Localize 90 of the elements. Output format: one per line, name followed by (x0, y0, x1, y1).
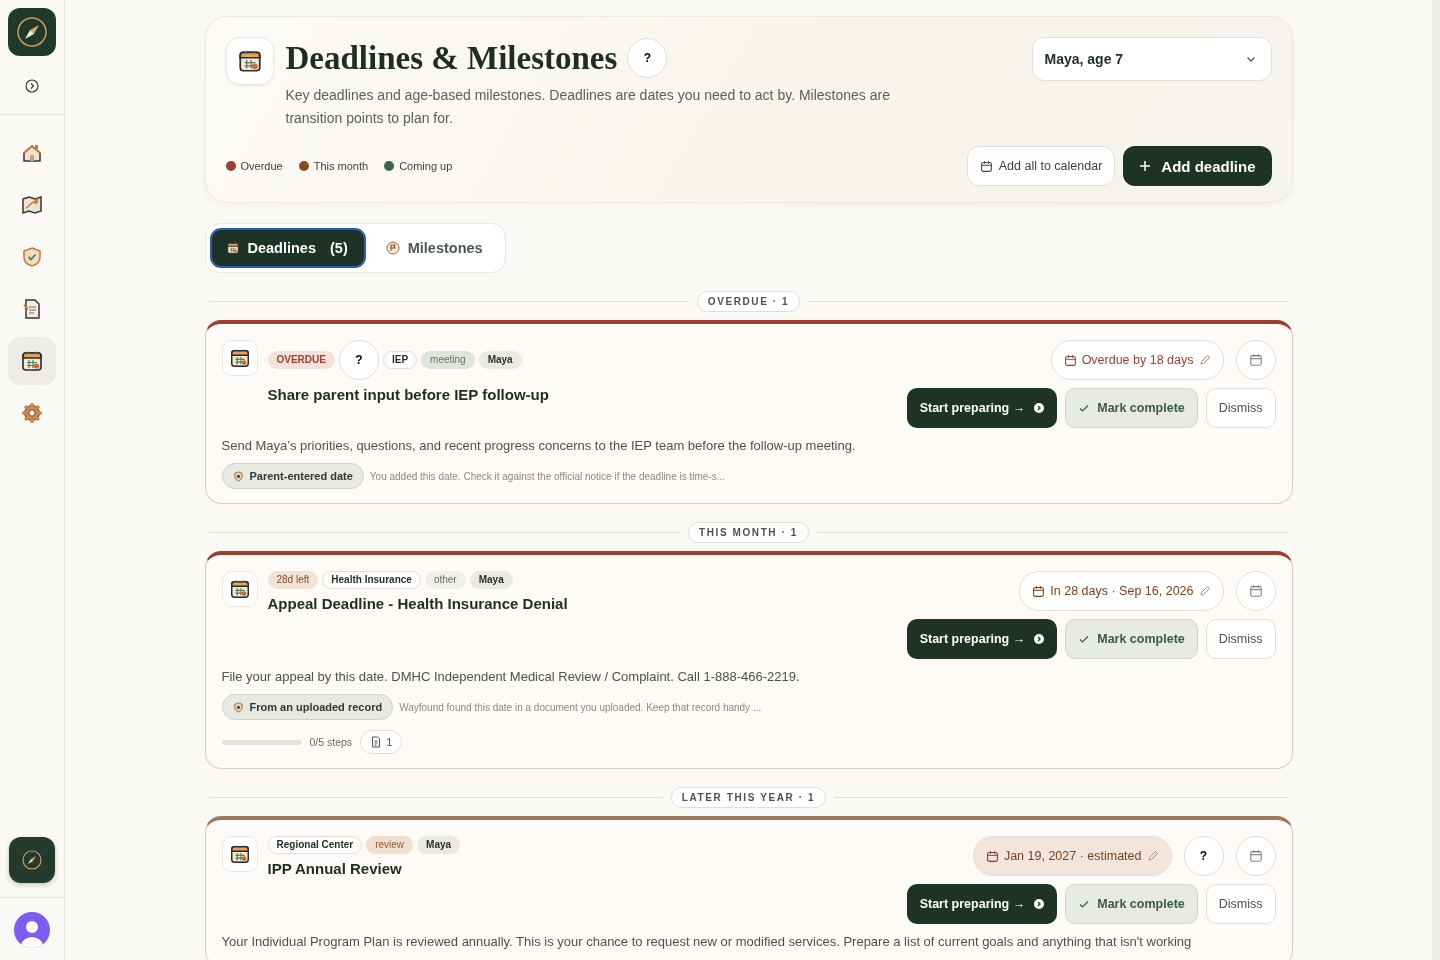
pencil-icon (1146, 850, 1159, 862)
check-icon (1078, 402, 1091, 414)
tag: 28d left (267, 571, 319, 589)
mark-complete-button[interactable]: Mark complete (1065, 884, 1198, 924)
legend-label: This month (313, 160, 369, 172)
legend-label: Overdue (240, 160, 283, 172)
tag: IEP (382, 351, 418, 369)
group-label: THIS MONTH · 1 (687, 522, 810, 543)
due-date-chip[interactable]: Overdue by 18 days (1050, 340, 1224, 380)
deadline-title: IPP Annual Review (267, 860, 403, 877)
tag: OVERDUE (267, 351, 335, 369)
arrow-circle-icon (1034, 403, 1045, 413)
calendar-icon (228, 578, 251, 600)
tag: meeting (421, 351, 475, 369)
due-date-chip[interactable]: In 28 days · Sep 16, 2026 (1019, 571, 1224, 611)
arrow-circle-icon (1034, 634, 1045, 644)
legend-label: Coming up (399, 160, 453, 172)
page-title: Deadlines & Milestones (285, 39, 618, 77)
map-icon (20, 193, 44, 217)
help-button[interactable]: ? (627, 38, 668, 78)
calendar-icon (1248, 584, 1263, 598)
document-icon (370, 736, 383, 748)
documents-button[interactable]: 1 (360, 730, 403, 754)
compass-logo[interactable] (8, 8, 56, 56)
check-icon (1078, 898, 1091, 910)
child-select[interactable]: Maya, age 7 (1031, 37, 1272, 81)
calendar-icon (228, 347, 251, 369)
source-note: You added this date. Check it against the official notice if the deadline is time-s... (369, 470, 726, 482)
add-to-calendar-button[interactable]: Add all to calendar (966, 146, 1116, 186)
dismiss-button[interactable]: Dismiss (1205, 388, 1276, 428)
nav-item[interactable] (8, 337, 56, 385)
help-button[interactable]: ? (1183, 836, 1224, 876)
due-date-chip[interactable]: Jan 19, 2027 · estimated (972, 836, 1172, 876)
calendar-icon (985, 849, 999, 863)
calendar-icon (979, 159, 993, 173)
deadline-description: Your Individual Program Plan is reviewed annually. This is your chance to request new or modified services. Prepare a list of current goals and anything that isn't working (221, 933, 1193, 951)
pencil-icon (1198, 354, 1211, 366)
compass-icon (20, 848, 44, 872)
group-label: LATER THIS YEAR · 1 (670, 787, 827, 808)
deadline-title: Appeal Deadline - Health Insurance Denial (267, 595, 569, 612)
shield-icon (232, 470, 244, 482)
add-to-calendar-button[interactable] (1235, 340, 1276, 380)
tag: review (366, 836, 414, 854)
calendar-icon (1032, 584, 1046, 598)
dismiss-button[interactable]: Dismiss (1205, 884, 1276, 924)
check-icon (1078, 633, 1091, 645)
deadline-description: Send Maya’s priorities, questions, and recent progress concerns to the IEP team before the follow-up meeting. (221, 437, 857, 455)
group-label: OVERDUE · 1 (696, 291, 801, 312)
page-description: Key deadlines and age-based milestones. Deadlines are dates you need to act by. Milestones are transition points to plan for. (285, 86, 891, 128)
mark-complete-button[interactable]: Mark complete (1065, 388, 1198, 428)
source-note: Wayfound found this date in a document you uploaded. Keep that record handy ... (399, 701, 762, 713)
start-preparing-button[interactable]: Start preparing → (906, 388, 1058, 428)
flag-icon (385, 241, 400, 255)
calendar-icon (1248, 353, 1263, 367)
source-badge: Parent-entered date (221, 463, 364, 489)
compass-button[interactable] (9, 837, 55, 883)
tag: other (424, 571, 466, 589)
calendar-icon (1063, 353, 1077, 367)
calendar-icon (225, 241, 240, 255)
add-to-calendar-button[interactable] (1235, 836, 1276, 876)
calendar-icon (20, 349, 44, 373)
tab[interactable]: Milestones (369, 228, 501, 268)
start-preparing-button[interactable]: Start preparing → (906, 884, 1058, 924)
calendar-icon (228, 843, 251, 865)
shield-icon (20, 245, 44, 269)
deadline-title: Share parent input before IEP follow-up (267, 386, 550, 403)
tag: Maya (469, 571, 513, 589)
avatar-icon[interactable] (14, 912, 50, 948)
help-button[interactable]: ? (338, 340, 379, 380)
plus-icon (1139, 160, 1152, 172)
tab[interactable]: Deadlines (5) (209, 228, 366, 268)
tag: Regional Center (267, 836, 363, 854)
add-deadline-button[interactable]: Add deadline (1123, 146, 1272, 186)
shield-icon (232, 701, 244, 713)
start-preparing-button[interactable]: Start preparing → (906, 619, 1058, 659)
tag: Maya (478, 351, 522, 369)
calendar-icon (236, 48, 263, 74)
steps-count: 0/5 steps (309, 736, 353, 748)
pencil-icon (1198, 585, 1211, 597)
dismiss-button[interactable]: Dismiss (1205, 619, 1276, 659)
calendar-icon (1248, 849, 1263, 863)
tag: Health Insurance (322, 571, 421, 589)
source-badge: From an uploaded record (221, 694, 394, 720)
deadline-description: File your appeal by this date. DMHC Independent Medical Review / Complaint. Call 1-888-466-2219. (221, 668, 801, 686)
mark-complete-button[interactable]: Mark complete (1065, 619, 1198, 659)
add-to-calendar-button[interactable] (1235, 571, 1276, 611)
arrow-circle-icon (1034, 899, 1045, 909)
gear-icon (20, 401, 44, 425)
tag: Maya (417, 836, 461, 854)
chevron-right-icon (25, 79, 39, 93)
